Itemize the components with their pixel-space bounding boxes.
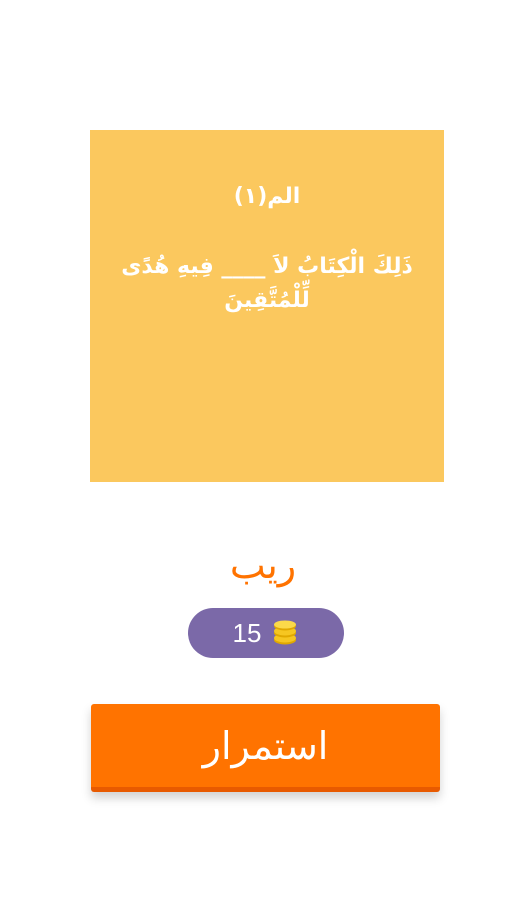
coins-badge: 15 [188, 608, 344, 658]
screen: الم(١) ذَلِكَ الْكِتَابُ لاَ ____ فِيهِ … [0, 0, 526, 900]
coins-value: 15 [232, 618, 262, 648]
answer-word: ريب [229, 543, 297, 587]
coins-icon [274, 620, 297, 645]
continue-button[interactable]: استمرار [91, 704, 440, 792]
verse-number-line: الم(١) [233, 184, 301, 209]
question-card: الم(١) ذَلِكَ الْكِتَابُ لاَ ____ فِيهِ … [90, 130, 444, 482]
verse-text: ذَلِكَ الْكِتَابُ لاَ ____ فِيهِ هُدًى ل… [121, 254, 413, 313]
